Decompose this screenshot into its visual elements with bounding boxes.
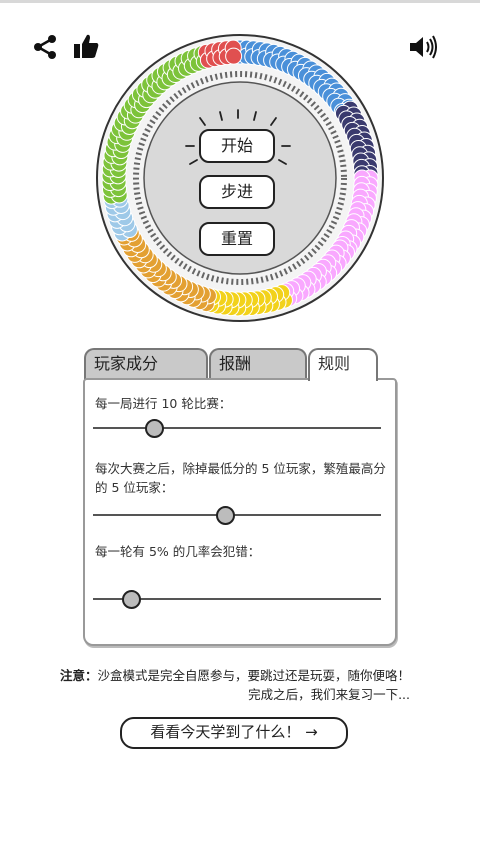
- reset-button[interactable]: 重置: [199, 222, 275, 256]
- player-token: [225, 47, 243, 65]
- note-text: 沙盒模式是完全自愿参与，要跳过还是玩耍，随你便咯！完成之后，我们来复习一下...: [97, 668, 410, 702]
- rounds-slider-handle[interactable]: [145, 419, 164, 438]
- evolution-slider-handle[interactable]: [216, 506, 235, 525]
- noise-label: 每一轮有 5% 的几率会犯错：: [95, 544, 261, 559]
- sandbox-note: 注意：沙盒模式是完全自愿参与，要跳过还是玩耍，随你便咯！完成之后，我们来复习一下…: [52, 666, 410, 704]
- tab-player-composition[interactable]: 玩家成分: [84, 348, 208, 380]
- status-divider: [0, 0, 480, 3]
- note-prefix: 注意：: [59, 668, 98, 683]
- evolution-slider-track[interactable]: [93, 514, 381, 516]
- rounds-slider-track[interactable]: [93, 427, 381, 429]
- evolution-label: 每次大赛之后，除掉最低分的 5 位玩家，繁殖最高分的 5 位玩家：: [95, 461, 386, 495]
- share-icon[interactable]: [32, 34, 58, 60]
- step-button[interactable]: 步进: [199, 175, 275, 209]
- noise-slider-handle[interactable]: [122, 590, 141, 609]
- rounds-label: 每一局进行 10 轮比赛：: [95, 396, 232, 411]
- start-button[interactable]: 开始: [199, 129, 275, 163]
- tab-payoffs[interactable]: 报酬: [209, 348, 307, 380]
- tab-rules[interactable]: 规则: [308, 348, 378, 381]
- speaker-icon[interactable]: [408, 33, 438, 61]
- next-chapter-button[interactable]: 看看今天学到了什么！ →: [120, 717, 348, 749]
